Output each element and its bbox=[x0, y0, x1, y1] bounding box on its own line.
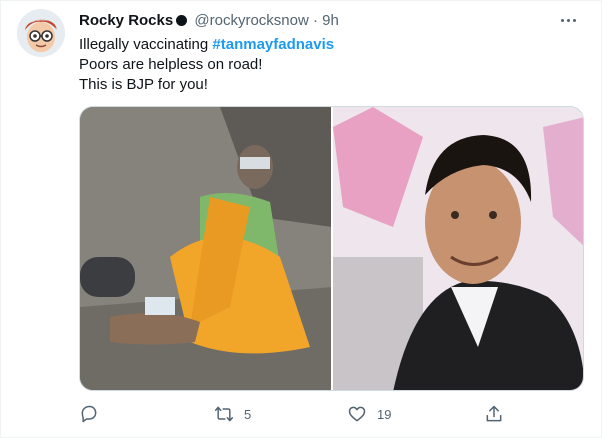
tweet-card[interactable]: Rocky Rocks @rockyrocksnow · 9h Illegall… bbox=[0, 0, 602, 438]
tweet-line-3: This is BJP for you! bbox=[79, 76, 208, 93]
retweet-count: 5 bbox=[244, 406, 252, 422]
tweet-text: Illegally vaccinating #tanmayfadnavis Po… bbox=[79, 35, 334, 95]
share-button[interactable] bbox=[484, 399, 504, 429]
tweet-actions: 5 19 bbox=[79, 399, 509, 429]
heart-icon bbox=[348, 406, 366, 422]
tweet-time[interactable]: 9h bbox=[322, 12, 339, 29]
tweet-line-1: Illegally vaccinating #tanmayfadnavis bbox=[79, 35, 334, 55]
avatar[interactable] bbox=[17, 9, 65, 57]
avatar-illustration bbox=[17, 9, 65, 57]
header-separator: · bbox=[312, 12, 318, 29]
photo-left-illustration bbox=[80, 107, 331, 390]
like-button[interactable]: 19 bbox=[347, 399, 391, 429]
verified-badge-icon bbox=[176, 15, 188, 26]
media-photo-right[interactable] bbox=[332, 107, 583, 390]
reply-icon bbox=[81, 405, 97, 423]
more-icon[interactable] bbox=[555, 9, 581, 31]
retweet-icon bbox=[214, 406, 234, 422]
user-name[interactable]: Rocky Rocks bbox=[79, 12, 173, 29]
tweet-header: Rocky Rocks @rockyrocksnow · 9h bbox=[79, 11, 339, 31]
tweet-media[interactable] bbox=[79, 106, 584, 391]
share-icon bbox=[486, 405, 502, 422]
media-photo-left[interactable] bbox=[80, 107, 331, 390]
tweet-text-prefix: Illegally vaccinating bbox=[79, 36, 213, 53]
reply-button[interactable] bbox=[79, 399, 109, 429]
user-handle[interactable]: @rockyrocksnow bbox=[194, 12, 308, 29]
photo-right-illustration bbox=[332, 107, 583, 390]
hashtag-link[interactable]: #tanmayfadnavis bbox=[212, 36, 334, 53]
retweet-button[interactable]: 5 bbox=[214, 399, 251, 429]
tweet-line-2: Poors are helpless on road! bbox=[79, 56, 263, 73]
like-count: 19 bbox=[377, 406, 392, 422]
